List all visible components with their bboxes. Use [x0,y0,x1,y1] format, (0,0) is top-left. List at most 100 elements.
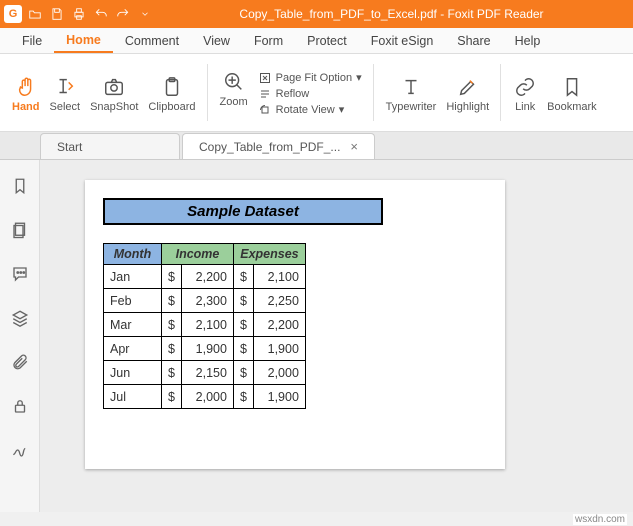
clipboard-icon [160,75,184,99]
typewriter-label: Typewriter [386,101,437,113]
chevron-down-icon: ▾ [339,103,345,116]
open-icon[interactable] [26,5,44,23]
chevron-down-icon: ▾ [356,71,362,84]
table-row: Jan$2,200$2,100 [104,265,306,289]
bookmark-label: Bookmark [547,101,597,113]
hand-label: Hand [12,101,40,113]
cell-expenses-value: 1,900 [253,337,305,361]
menu-form[interactable]: Form [242,28,295,53]
cell-expenses-currency: $ [233,313,253,337]
undo-icon[interactable] [92,5,110,23]
zoom-icon [222,70,246,94]
document-tab-strip: Start Copy_Table_from_PDF_... × [0,132,633,160]
tab-start[interactable]: Start [40,133,180,159]
cell-expenses-currency: $ [233,361,253,385]
table-row: Jul$2,000$1,900 [104,385,306,409]
reflow-button[interactable]: Reflow [254,86,366,102]
page-fit-icon [258,71,272,85]
page-fit-label: Page Fit Option [276,72,352,84]
cell-expenses-value: 1,900 [253,385,305,409]
cell-income-currency: $ [162,265,182,289]
menu-file[interactable]: File [10,28,54,53]
col-header-month: Month [104,244,162,265]
cell-expenses-value: 2,250 [253,289,305,313]
menu-comment[interactable]: Comment [113,28,191,53]
cell-month: Feb [104,289,162,313]
signature-panel-icon[interactable] [10,440,30,460]
quick-access-toolbar: G [4,5,154,23]
zoom-button[interactable]: Zoom [216,70,252,118]
snapshot-button[interactable]: SnapShot [86,75,142,113]
link-icon [513,75,537,99]
typewriter-icon [399,75,423,99]
snapshot-label: SnapShot [90,101,138,113]
cell-expenses-value: 2,100 [253,265,305,289]
cell-month: Jan [104,265,162,289]
save-icon[interactable] [48,5,66,23]
clipboard-button[interactable]: Clipboard [144,75,199,113]
col-header-expenses: Expenses [233,244,305,265]
security-panel-icon[interactable] [10,396,30,416]
link-button[interactable]: Link [509,75,541,113]
cell-month: Jun [104,361,162,385]
menu-bar: File Home Comment View Form Protect Foxi… [0,28,633,54]
page-viewport[interactable]: Sample Dataset Month Income Expenses Jan… [40,160,633,512]
cell-expenses-currency: $ [233,337,253,361]
hand-tool-button[interactable]: Hand [8,75,44,113]
foxit-logo-icon: G [4,5,22,23]
qat-dropdown-icon[interactable] [136,5,154,23]
title-bar: G Copy_Table_from_PDF_to_Excel.pdf - Fox… [0,0,633,28]
cell-month: Mar [104,313,162,337]
menu-home[interactable]: Home [54,28,113,53]
tab-document[interactable]: Copy_Table_from_PDF_... × [182,133,375,159]
rotate-label: Rotate View [276,104,335,116]
menu-help[interactable]: Help [503,28,553,53]
cell-income-value: 2,000 [181,385,233,409]
ribbon: Hand Select SnapShot Clipboard Zoom [0,54,633,132]
table-row: Mar$2,100$2,200 [104,313,306,337]
side-panel [0,160,40,512]
snapshot-icon [102,75,126,99]
cell-month: Apr [104,337,162,361]
cell-income-currency: $ [162,313,182,337]
bookmarks-panel-icon[interactable] [10,176,30,196]
cell-expenses-currency: $ [233,289,253,313]
select-tool-button[interactable]: Select [46,75,85,113]
cell-month: Jul [104,385,162,409]
cell-income-value: 1,900 [181,337,233,361]
redo-icon[interactable] [114,5,132,23]
reflow-label: Reflow [276,88,310,100]
close-tab-icon[interactable]: × [340,139,358,154]
cell-income-currency: $ [162,289,182,313]
tab-start-label: Start [57,140,82,154]
menu-protect[interactable]: Protect [295,28,359,53]
reflow-icon [258,87,272,101]
bookmark-icon [560,75,584,99]
watermark: wsxdn.com [573,514,627,525]
rotate-view-button[interactable]: Rotate View ▾ [254,102,366,118]
menu-share[interactable]: Share [445,28,502,53]
comments-panel-icon[interactable] [10,264,30,284]
select-icon [53,75,77,99]
table-row: Feb$2,300$2,250 [104,289,306,313]
bookmark-button[interactable]: Bookmark [543,75,601,113]
dataset-table: Month Income Expenses Jan$2,200$2,100Feb… [103,243,306,409]
main-area: Sample Dataset Month Income Expenses Jan… [0,160,633,512]
attachments-panel-icon[interactable] [10,352,30,372]
menu-esign[interactable]: Foxit eSign [359,28,446,53]
print-icon[interactable] [70,5,88,23]
layers-panel-icon[interactable] [10,308,30,328]
cell-expenses-value: 2,200 [253,313,305,337]
cell-income-currency: $ [162,361,182,385]
menu-view[interactable]: View [191,28,242,53]
cell-income-value: 2,100 [181,313,233,337]
zoom-label: Zoom [220,96,248,108]
link-label: Link [515,101,535,113]
page-fit-option-button[interactable]: Page Fit Option ▾ [254,70,366,86]
pdf-page: Sample Dataset Month Income Expenses Jan… [85,180,505,469]
pages-panel-icon[interactable] [10,220,30,240]
typewriter-button[interactable]: Typewriter [382,75,441,113]
highlight-label: Highlight [446,101,489,113]
col-header-income: Income [162,244,234,265]
highlight-button[interactable]: Highlight [442,75,493,113]
